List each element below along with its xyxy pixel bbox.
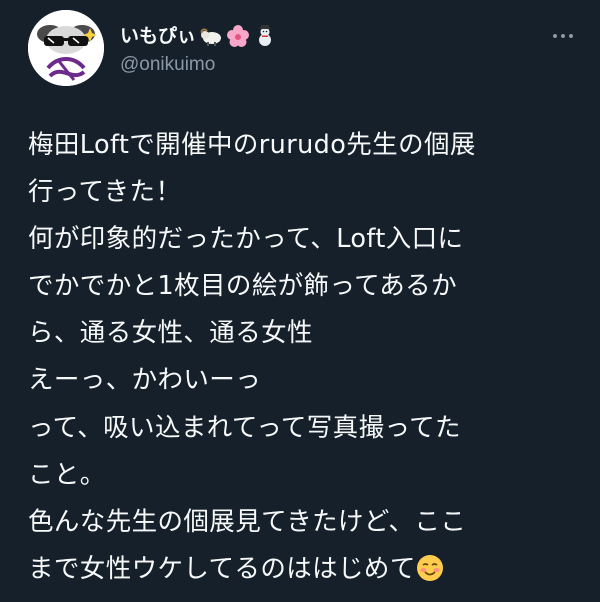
tweet-line: 色んな先生の個展見てきたけど、ここ [28, 506, 467, 537]
tweet-line: えーっ、かわいーっ [28, 365, 262, 396]
tweet-header: いもぴぃ @onikuimo [28, 10, 578, 90]
display-name[interactable]: いもぴぃ [120, 25, 196, 47]
tweet-line: って、吸い込まれてって写真撮ってた [28, 412, 461, 443]
tweet-body: 梅田Loftで開催中のrurudo先生の個展 行ってきた！ 何が印象的だったかっ… [28, 122, 578, 593]
tweet-last-line: まで女性ウケしてるのははじめて [28, 546, 578, 593]
smiling-face-emoji [416, 554, 443, 581]
more-dot [553, 34, 557, 38]
cherry-blossom-emoji [227, 25, 250, 47]
user-names: いもぴぃ @onikuimo [120, 24, 277, 76]
ram-emoji [200, 28, 222, 46]
tweet-line: 行ってきた！ [28, 177, 182, 208]
tweet-line: こと。 [28, 459, 106, 490]
tweet-line: ら、通る女性、通る女性 [28, 318, 313, 349]
snowman-emoji [259, 25, 272, 46]
more-dot [569, 34, 573, 38]
tweet-line: まで女性ウケしてるのははじめて [28, 553, 416, 584]
avatar-illustration [28, 10, 104, 86]
display-name-row[interactable]: いもぴぃ [120, 24, 277, 48]
user-handle[interactable]: @onikuimo [120, 54, 277, 76]
more-horizontal-icon[interactable] [548, 26, 578, 46]
more-dot [561, 34, 565, 38]
tweet-line: でかでかと1枚目の絵が飾ってあるか [28, 271, 457, 302]
tweet-line: 何が印象的だったかって、Loft入口に [28, 224, 464, 255]
tweet-card: いもぴぃ @onikuimo 梅田Loftで開催中のrurudo先生の個展 行っ… [0, 0, 600, 602]
avatar[interactable] [28, 10, 104, 86]
tweet-line: 梅田Loftで開催中のrurudo先生の個展 [28, 130, 476, 160]
